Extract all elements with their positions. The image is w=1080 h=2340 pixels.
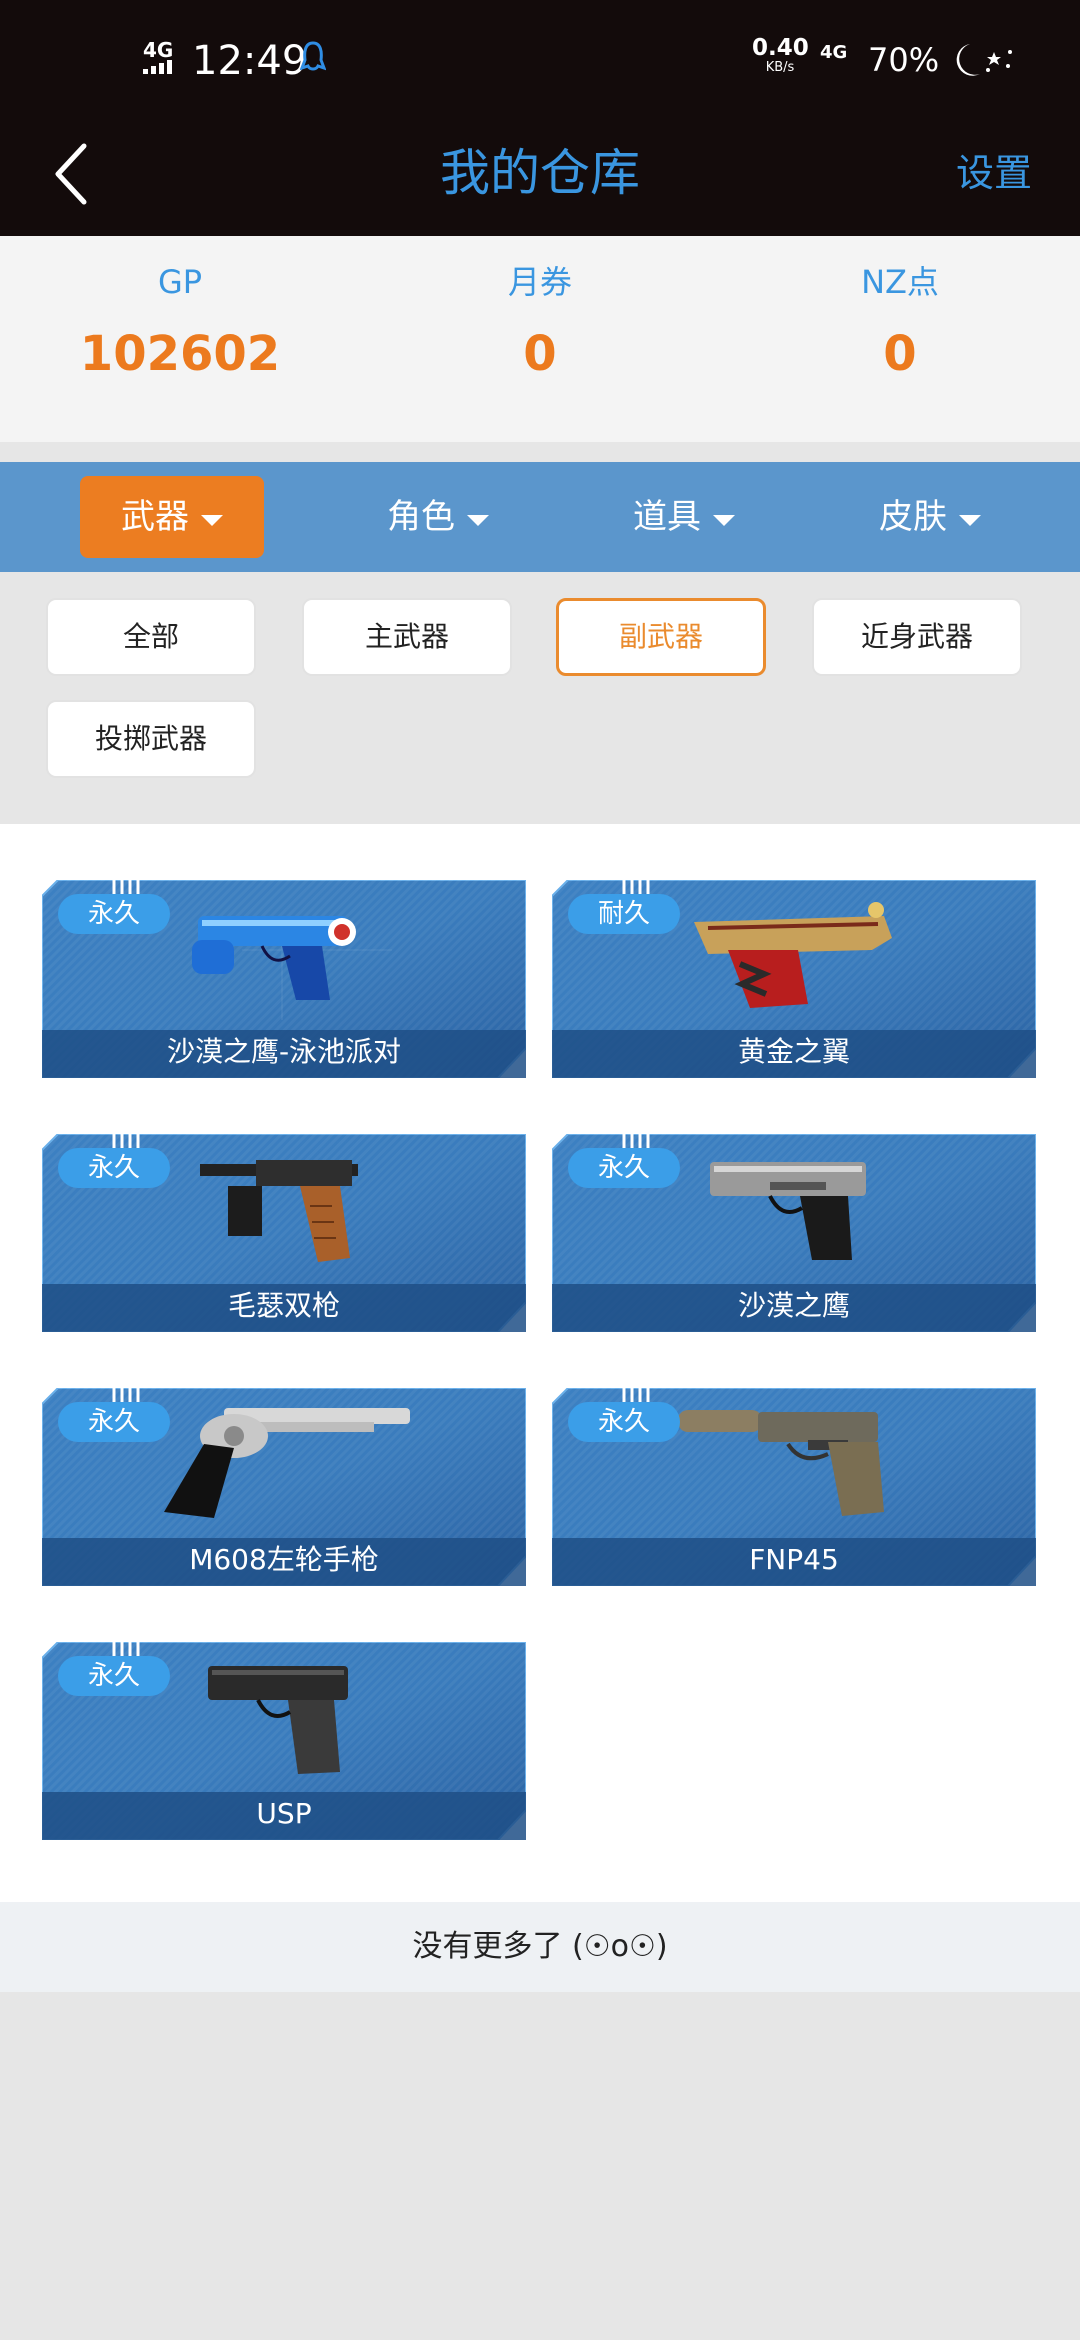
currency-label: GP	[157, 263, 203, 301]
weapon-name: 沙漠之鹰	[737, 1289, 850, 1322]
gold-pistol-icon	[694, 902, 892, 1008]
status-bar: 4G 12:49 0.40 KB/s 4G 70%	[0, 0, 1080, 120]
duration-badge: 永久	[58, 1656, 170, 1696]
tab-label: 道具	[633, 497, 701, 537]
weapon-name: 黄金之翼	[737, 1035, 850, 1068]
moon-stars-icon	[956, 44, 1012, 76]
filter-secondary[interactable]: 副武器	[556, 598, 766, 676]
currency-value: 0	[883, 326, 917, 382]
mauser-pistol-icon	[200, 1160, 358, 1262]
weapon-card[interactable]: 耐久 黄金之翼	[552, 880, 1036, 1078]
weapon-name: 沙漠之鹰-泳池派对	[166, 1035, 402, 1068]
weapon-name: FNP45	[749, 1543, 839, 1576]
currency-value: 102602	[79, 326, 281, 382]
currency-label: NZ点	[861, 263, 939, 301]
weapon-card[interactable]: 永久 沙漠之鹰-泳池派对	[42, 880, 526, 1078]
dropdown-triangle-icon	[959, 515, 981, 526]
fnp45-pistol-icon	[678, 1410, 884, 1516]
qq-notification-icon	[300, 41, 326, 71]
app-header: 我的仓库 设置	[0, 120, 1080, 236]
duration-badge: 永久	[568, 1402, 680, 1442]
network-type-2: 4G	[820, 42, 848, 63]
filter-all[interactable]: 全部	[46, 598, 256, 676]
weapon-filter-panel: 全部 主武器 副武器 近身武器 投掷武器	[0, 572, 1080, 824]
tab-label: 武器	[121, 497, 189, 537]
weapon-name: 毛瑟双枪	[227, 1289, 340, 1322]
network-speed: 0.40 KB/s	[752, 35, 809, 76]
weapon-name: USP	[256, 1797, 312, 1830]
tab-label: 皮肤	[879, 497, 947, 537]
duration-badge: 永久	[568, 1148, 680, 1188]
weapon-grid: 永久 沙漠之鹰-泳池派对 耐久 黄金之翼 永久 毛瑟双枪 永久 沙漠之鹰 永久 …	[0, 824, 1080, 1902]
usp-pistol-icon	[208, 1666, 348, 1774]
revolver-icon	[164, 1408, 410, 1518]
network-type: 4G	[143, 38, 174, 62]
duration-badge: 永久	[58, 894, 170, 934]
filter-throwing[interactable]: 投掷武器	[46, 700, 256, 778]
dropdown-triangle-icon	[467, 515, 489, 526]
weapon-card[interactable]: 永久 USP	[42, 1642, 526, 1840]
tab-items[interactable]: 道具	[592, 476, 776, 558]
signal-icon	[143, 60, 179, 74]
currency-panel: GP 102602 月券 0 NZ点 0	[0, 236, 1080, 442]
dropdown-triangle-icon	[201, 515, 223, 526]
weapon-card[interactable]: 永久 FNP45	[552, 1388, 1036, 1586]
filter-primary[interactable]: 主武器	[302, 598, 512, 676]
dropdown-triangle-icon	[713, 515, 735, 526]
desert-eagle-icon	[710, 1162, 866, 1260]
filter-melee[interactable]: 近身武器	[812, 598, 1022, 676]
currency-nz: NZ点 0	[720, 236, 1080, 382]
currency-gp: GP 102602	[0, 236, 360, 382]
end-of-list-text: 没有更多了 (☉o☉)	[0, 1902, 1080, 1992]
tab-skins[interactable]: 皮肤	[838, 476, 1022, 558]
duration-badge: 耐久	[568, 894, 680, 934]
weapon-name: M608左轮手枪	[189, 1543, 379, 1576]
category-tabs: 武器 角色 道具 皮肤	[0, 462, 1080, 572]
currency-value: 0	[523, 326, 557, 382]
tab-label: 角色	[387, 497, 455, 537]
duration-badge: 永久	[58, 1402, 170, 1442]
clock: 12:49	[192, 38, 308, 84]
weapon-card[interactable]: 永久 沙漠之鹰	[552, 1134, 1036, 1332]
weapon-card[interactable]: 永久 毛瑟双枪	[42, 1134, 526, 1332]
duration-badge: 永久	[58, 1148, 170, 1188]
tab-weapons[interactable]: 武器	[80, 476, 264, 558]
battery-level: 70%	[868, 41, 940, 79]
currency-voucher: 月券 0	[360, 236, 720, 382]
weapon-card[interactable]: 永久 M608左轮手枪	[42, 1388, 526, 1586]
page-title: 我的仓库	[440, 144, 640, 202]
blue-pistol-icon	[192, 916, 356, 1000]
currency-label: 月券	[507, 263, 572, 301]
tab-characters[interactable]: 角色	[346, 476, 530, 558]
settings-button[interactable]: 设置	[956, 120, 1032, 226]
